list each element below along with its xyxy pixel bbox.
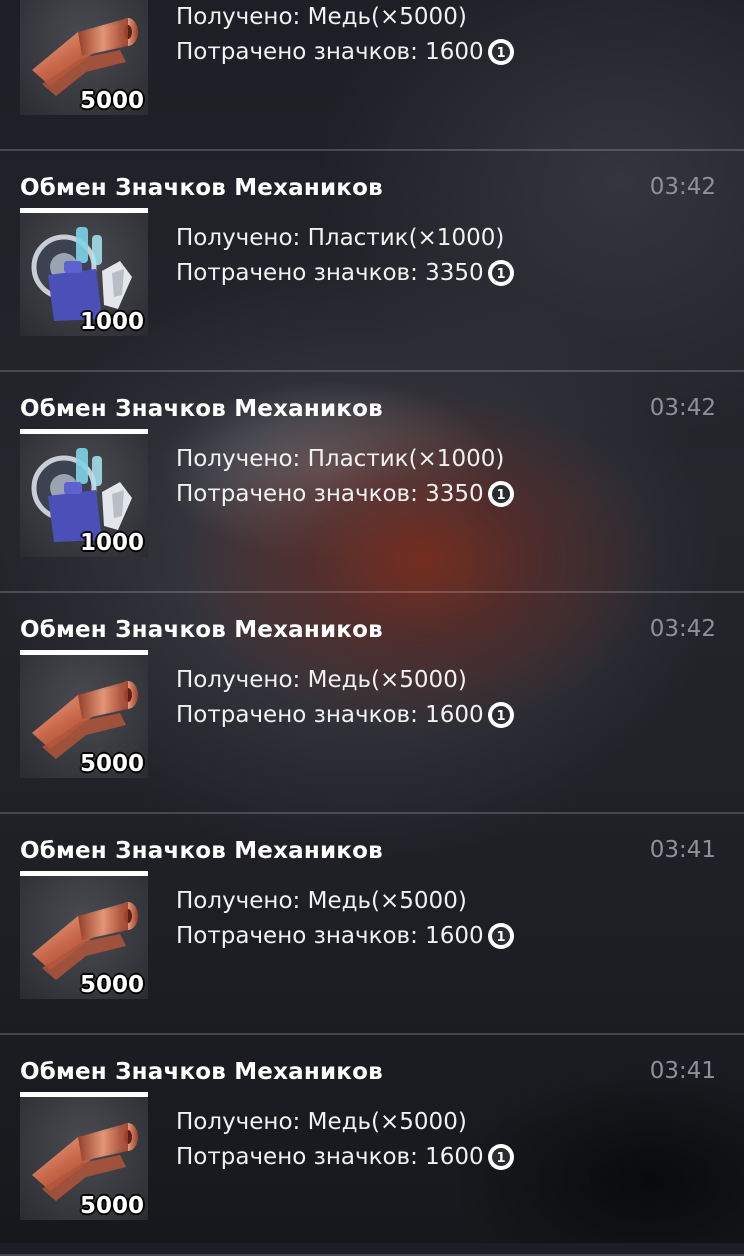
mechanic-badge-icon: 1 (484, 1142, 516, 1172)
received-line: Получено: Медь(×5000) (176, 1109, 467, 1135)
entry-title: Обмен Значков Механиков (20, 1059, 383, 1085)
spent-line: Потрачено значков: 1600 1 (176, 921, 516, 951)
spent-label: Потрачено значков: (176, 481, 418, 507)
svg-text:1: 1 (496, 1151, 505, 1166)
svg-text:1: 1 (496, 46, 505, 61)
svg-text:1: 1 (496, 709, 505, 724)
entry-title: Обмен Значков Механиков (20, 838, 383, 864)
item-thumbnail: 5000 (20, 871, 148, 999)
exchange-log-list[interactable]: 5000 Получено: Медь(×5000) Потрачено зна… (0, 0, 744, 1256)
received-item: Пластик(×1000) (307, 446, 505, 472)
spent-line: Потрачено значков: 1600 1 (176, 700, 516, 730)
entry-time: 03:42 (649, 174, 716, 200)
received-label: Получено: (176, 667, 301, 693)
spent-label: Потрачено значков: (176, 39, 418, 65)
spent-label: Потрачено значков: (176, 1144, 418, 1170)
received-line: Получено: Пластик(×1000) (176, 446, 504, 472)
entry-time: 03:42 (649, 395, 716, 421)
spent-value: 1600 (425, 702, 484, 728)
svg-text:1: 1 (496, 930, 505, 945)
entry-time: 03:42 (649, 616, 716, 642)
spent-value: 3350 (425, 481, 484, 507)
log-entry: Обмен Значков Механиков 03:42 1000 Получ… (0, 372, 744, 593)
entry-title: Обмен Значков Механиков (20, 396, 383, 422)
spent-value: 3350 (425, 260, 484, 286)
received-item: Пластик(×1000) (307, 225, 505, 251)
received-item: Медь(×5000) (307, 4, 467, 30)
item-thumbnail: 5000 (20, 650, 148, 778)
spent-line: Потрачено значков: 1600 1 (176, 1142, 516, 1172)
item-quantity: 5000 (79, 972, 144, 998)
mechanic-badge-icon: 1 (484, 479, 516, 509)
svg-text:1: 1 (496, 488, 505, 503)
received-item: Медь(×5000) (307, 667, 467, 693)
mechanic-badge-icon: 1 (484, 37, 516, 67)
item-thumbnail: 5000 (20, 0, 148, 115)
log-entry: Обмен Значков Механиков 03:41 5000 Получ… (0, 1035, 744, 1256)
received-item: Медь(×5000) (307, 888, 467, 914)
received-line: Получено: Медь(×5000) (176, 667, 467, 693)
spent-line: Потрачено значков: 3350 1 (176, 258, 516, 288)
item-quantity: 1000 (79, 530, 144, 556)
received-label: Получено: (176, 1109, 301, 1135)
item-quantity: 5000 (79, 1193, 144, 1219)
mechanic-badge-icon: 1 (484, 700, 516, 730)
entry-time: 03:41 (649, 1058, 716, 1084)
mechanic-badge-icon: 1 (484, 258, 516, 288)
received-line: Получено: Медь(×5000) (176, 888, 467, 914)
spent-label: Потрачено значков: (176, 702, 418, 728)
received-line: Получено: Пластик(×1000) (176, 225, 504, 251)
spent-value: 1600 (425, 923, 484, 949)
received-label: Получено: (176, 4, 301, 30)
log-entry: 5000 Получено: Медь(×5000) Потрачено зна… (0, 0, 744, 151)
received-item: Медь(×5000) (307, 1109, 467, 1135)
received-label: Получено: (176, 446, 301, 472)
received-label: Получено: (176, 888, 301, 914)
item-thumbnail: 1000 (20, 208, 148, 336)
entry-title: Обмен Значков Механиков (20, 175, 383, 201)
entry-title: Обмен Значков Механиков (20, 617, 383, 643)
log-entry: Обмен Значков Механиков 03:42 5000 Получ… (0, 593, 744, 814)
received-label: Получено: (176, 225, 301, 251)
spent-value: 1600 (425, 1144, 484, 1170)
entry-time: 03:41 (649, 837, 716, 863)
item-quantity: 1000 (79, 309, 144, 335)
spent-value: 1600 (425, 39, 484, 65)
svg-text:1: 1 (496, 267, 505, 282)
item-quantity: 5000 (79, 88, 144, 114)
spent-line: Потрачено значков: 1600 1 (176, 37, 516, 67)
received-line: Получено: Медь(×5000) (176, 4, 467, 30)
item-thumbnail: 1000 (20, 429, 148, 557)
mechanic-badge-icon: 1 (484, 921, 516, 951)
item-thumbnail: 5000 (20, 1092, 148, 1220)
spent-label: Потрачено значков: (176, 260, 418, 286)
spent-line: Потрачено значков: 3350 1 (176, 479, 516, 509)
log-entry: Обмен Значков Механиков 03:42 1000 Получ… (0, 151, 744, 372)
spent-label: Потрачено значков: (176, 923, 418, 949)
log-entry: Обмен Значков Механиков 03:41 5000 Получ… (0, 814, 744, 1035)
item-quantity: 5000 (79, 751, 144, 777)
